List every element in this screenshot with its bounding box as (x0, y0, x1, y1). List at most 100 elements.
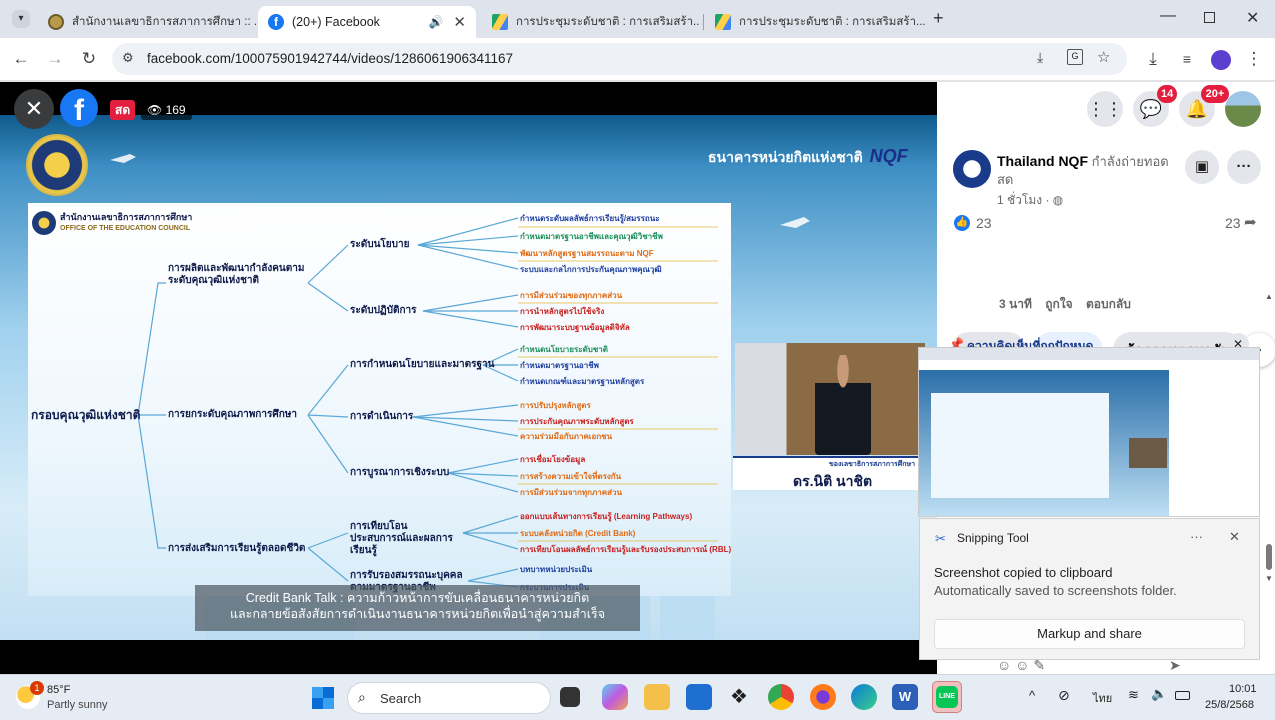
snip-thumbnail[interactable] (918, 347, 1260, 517)
windows-taskbar: 1 85°F Partly sunny ⌕ Search ❖ W LINE ^ … (0, 674, 1275, 720)
search-icon: ⌕ (358, 689, 366, 705)
eye-icon: 👁 (147, 103, 163, 117)
weather-temp[interactable]: 85°F (47, 684, 70, 696)
tray-chevron-icon[interactable]: ^ (1029, 688, 1035, 703)
clock-time[interactable]: 10:01 (1229, 683, 1257, 695)
menu-grid-icon[interactable]: ⋮⋮ (1087, 91, 1123, 127)
weather-badge: 1 (30, 681, 44, 695)
post-time[interactable]: 1 ชั่วโมง (997, 193, 1042, 207)
page-avatar[interactable] (953, 150, 991, 188)
page-name[interactable]: Thailand NQF (997, 153, 1088, 169)
task-view-icon[interactable] (560, 687, 580, 707)
mindmap-root: กรอบคุณวุฒิแห่งชาติ (31, 408, 141, 422)
share-arrow-icon: ➦ (1244, 214, 1257, 231)
chrome-icon[interactable] (768, 684, 794, 710)
reactions-count[interactable]: 23 (976, 215, 992, 231)
scroll-down-icon[interactable]: ▼ (1265, 574, 1273, 583)
url-text[interactable]: facebook.com/100075901942744/videos/1286… (147, 51, 513, 66)
mindmap-leaf: ระบบคลังหน่วยกิต (Credit Bank) (520, 529, 636, 538)
mindmap-l2: ระดับนโยบาย (350, 239, 410, 250)
bookmark-star-icon[interactable]: ☆ (1097, 48, 1110, 66)
media-control-icon[interactable]: ≡ (1176, 48, 1198, 70)
store-icon[interactable] (686, 684, 712, 710)
profile-avatar[interactable] (1211, 50, 1231, 70)
clock-date[interactable]: 25/8/2568 (1205, 699, 1254, 711)
reply-link[interactable]: ตอบกลับ (1086, 297, 1131, 311)
browser-toolbar: ← → ↻ ⚙ facebook.com/100075901942744/vid… (0, 38, 1275, 81)
tab-title: การประชุมระดับชาติ : การเสริมสร้า... (739, 16, 925, 28)
firefox-icon[interactable] (810, 684, 836, 710)
mindmap-leaf: ระบบและกลไกการประกันคุณภาพคุณวุฒิ (520, 265, 662, 274)
notification-subtitle: Automatically saved to screenshots folde… (934, 583, 1177, 598)
tab-drive-2[interactable]: การประชุมระดับชาติ : การเสริมสร้า... ✕ (705, 6, 925, 38)
edge-icon[interactable] (851, 684, 877, 710)
more-options-icon[interactable]: ··· (1227, 150, 1261, 184)
snipping-tool-icon: ✂ (935, 531, 946, 546)
new-tab-icon[interactable]: + (933, 8, 944, 29)
tray-status-icon[interactable]: ⊘ (1058, 687, 1070, 704)
close-notification-icon[interactable]: ✕ (1229, 529, 1240, 545)
battery-icon[interactable] (1175, 691, 1190, 700)
scroll-thumb[interactable] (1266, 544, 1272, 570)
mindmap-l2: การกำหนดนโยบายและมาตรฐาน (350, 359, 495, 370)
reload-icon[interactable]: ↻ (78, 48, 100, 70)
mindmap-leaf: การเชื่อมโยงข้อมูล (520, 455, 586, 464)
word-icon[interactable]: W (892, 684, 918, 710)
scrollbar[interactable]: ▲ ▼ (1265, 292, 1273, 583)
scroll-up-icon[interactable]: ▲ (1265, 292, 1273, 301)
mindmap-l2: การดำเนินการ (350, 411, 414, 422)
shares-count[interactable]: 23 (1225, 215, 1241, 231)
tab-onec[interactable]: สำนักงานเลขาธิการสภาการศึกษา :: ... ✕ (38, 6, 256, 38)
account-avatar[interactable] (1225, 91, 1261, 127)
close-tab-icon[interactable]: ✕ (453, 13, 466, 31)
tab-facebook[interactable]: f (20+) Facebook 🔊 ✕ (258, 6, 476, 38)
close-window-icon[interactable]: ✕ (1246, 8, 1259, 28)
tab-title: การประชุมระดับชาติ : การเสริมสร้า... (516, 16, 700, 28)
forward-icon[interactable]: → (44, 48, 66, 70)
mindmap-leaf: บทบาทหน่วยประเมิน (520, 565, 593, 574)
mindmap-leaf: พัฒนาหลักสูตรฐานสมรรถนะตาม NQF (520, 249, 654, 258)
speaker-icon[interactable]: 🔊 (428, 15, 443, 29)
close-video-button[interactable]: ✕ (14, 89, 54, 129)
tab-drive-1[interactable]: การประชุมระดับชาติ : การเสริมสร้า... ✕ (482, 6, 700, 38)
facebook-logo-icon[interactable]: f (60, 89, 98, 127)
taskbar-search[interactable]: ⌕ Search (347, 682, 551, 714)
mindmap-leaf: การเทียบโอนผลลัพธ์การเรียนรู้และรับรองปร… (520, 545, 732, 554)
restore-icon[interactable] (1204, 12, 1215, 23)
mindmap-leaf: การมีส่วนร่วมจากทุกภาคส่วน (520, 488, 622, 497)
post-header: Thailand NQF กำลังถ่ายทอดสด (997, 152, 1177, 189)
address-bar[interactable]: ⚙ facebook.com/100075901942744/videos/12… (112, 43, 1127, 75)
menu-kebab-icon[interactable]: ⋮ (1243, 48, 1265, 70)
like-link[interactable]: ถูกใจ (1045, 297, 1072, 311)
mindmap-l2: ระดับปฏิบัติการ (350, 305, 417, 316)
copilot-icon[interactable] (602, 684, 628, 710)
mindmap-leaf: การปรับปรุงหลักสูตร (520, 401, 591, 410)
tab-title: (20+) Facebook (292, 15, 380, 29)
site-settings-icon[interactable]: ⚙ (122, 50, 134, 66)
comment-time: 3 นาที (999, 297, 1032, 311)
input-language[interactable]: ไทย (1093, 689, 1112, 707)
back-icon[interactable]: ← (10, 48, 32, 70)
translate-icon[interactable]: G (1067, 49, 1083, 65)
mindmap-leaf: กำหนดมาตรฐานอาชีพและคุณวุฒิวิชาชีพ (520, 232, 663, 241)
comment-actions: 3 นาที ถูกใจ ตอบกลับ (999, 295, 1131, 314)
install-app-icon[interactable]: ⤓ (1037, 49, 1043, 66)
wifi-icon[interactable]: ≋ (1128, 687, 1139, 703)
weather-desc: Partly sunny (47, 699, 108, 711)
like-reaction-icon[interactable]: 👍 (954, 215, 970, 231)
start-icon[interactable] (312, 687, 334, 709)
snipping-tool-notification[interactable]: ✂ Snipping Tool ··· ✕ Screenshot copied … (919, 518, 1260, 660)
volume-icon[interactable]: 🔈 (1151, 686, 1167, 702)
live-badge: สด (110, 100, 136, 120)
markup-and-share-button[interactable]: Markup and share (934, 619, 1245, 649)
notification-app-name: Snipping Tool (957, 531, 1029, 545)
more-options-icon[interactable]: ··· (1190, 529, 1203, 544)
tab-search-icon[interactable]: ▾ (12, 10, 30, 28)
download-icon[interactable]: ⤓ (1142, 48, 1164, 70)
minimize-icon[interactable]: — (1160, 7, 1176, 25)
dropbox-icon[interactable]: ❖ (726, 684, 752, 710)
file-explorer-icon[interactable] (644, 684, 670, 710)
mindmap-l2: การบูรณาการเชิงระบบ (350, 467, 450, 478)
save-icon[interactable]: ▣ (1185, 150, 1219, 184)
tab-title: สำนักงานเลขาธิการสภาการศึกษา :: ... (72, 16, 256, 28)
